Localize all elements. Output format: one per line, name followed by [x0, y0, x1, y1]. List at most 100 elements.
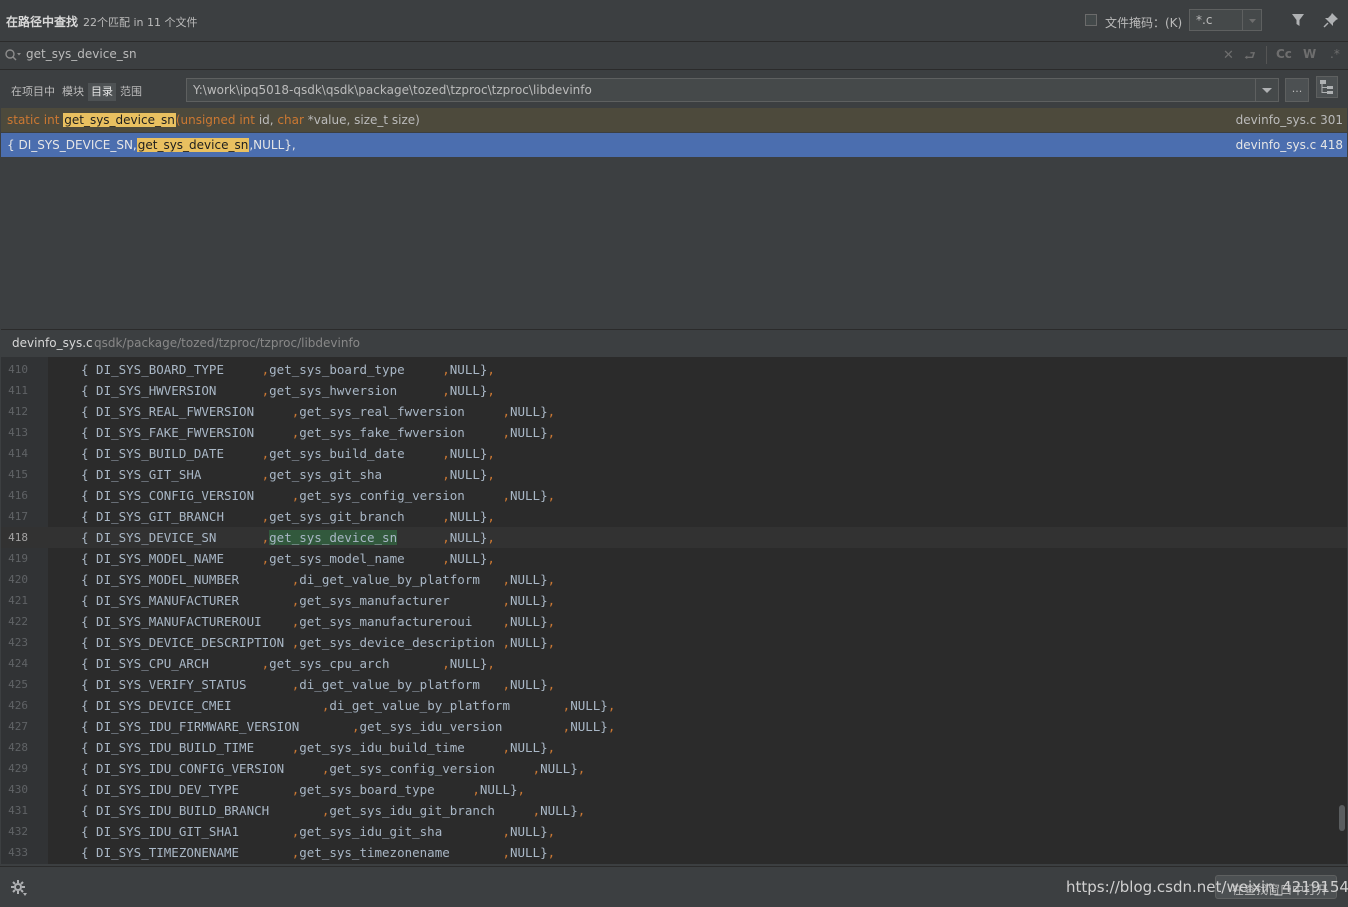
line-number: 429	[8, 762, 28, 775]
comma: ,	[502, 614, 510, 629]
line-number: 420	[8, 573, 28, 586]
code-null: NULL}	[449, 446, 488, 461]
line-number: 414	[8, 447, 28, 460]
preview-file-name: devinfo_sys.c	[12, 336, 93, 350]
line-number: 410	[8, 363, 28, 376]
code-line: 428{ DI_SYS_IDU_BUILD_TIME ,get_sys_idu_…	[1, 737, 1347, 758]
code-line: 414 { DI_SYS_BUILD_DATE , get_sys_build_da…	[1, 443, 1347, 464]
line-number: 421	[8, 594, 28, 607]
code-enum: { DI_SYS_IDU_BUILD_TIME	[81, 740, 292, 755]
tab-directory[interactable]: 目录	[88, 83, 116, 101]
words-toggle[interactable]: W	[1303, 47, 1316, 61]
pin-icon[interactable]	[1323, 12, 1339, 28]
code-enum: { DI_SYS_FAKE_FWVERSION	[81, 425, 292, 440]
code-line: 423{ DI_SYS_DEVICE_DESCRIPTION ,get_sys_…	[1, 632, 1347, 653]
code-text: { DI_SYS_FAKE_FWVERSION ,get_sys_fake_fw…	[81, 422, 555, 443]
scrollbar-thumb[interactable]	[1339, 805, 1345, 831]
line-number: 428	[8, 741, 28, 754]
line-number: 433	[8, 846, 28, 859]
code-text: { DI_SYS_CPU_ARCH ,get_sys_cpu_arch ,NUL…	[81, 653, 495, 674]
search-icon[interactable]	[4, 48, 21, 64]
comma: ,	[607, 698, 616, 713]
code-line: 417{ DI_SYS_GIT_BRANCH ,get_sys_git_bran…	[1, 506, 1347, 527]
match-highlight: get_sys_device_sn	[63, 113, 176, 127]
comma: ,	[487, 656, 495, 671]
comma: ,	[442, 656, 450, 671]
code-function: di_get_value_by_platform	[299, 677, 503, 692]
code-null: NULL}	[509, 488, 548, 503]
tab-module[interactable]: 模块	[59, 83, 87, 101]
browse-button[interactable]: ...	[1285, 78, 1309, 102]
file-mask-combo[interactable]: *.c	[1189, 9, 1262, 31]
code-null: NULL}	[570, 698, 608, 713]
line-number: 417	[8, 510, 28, 523]
code-function: get_sys_idu_git_sha	[299, 824, 503, 839]
code-enum: { DI_SYS_BUILD_DATE	[81, 446, 262, 461]
code-line: 412{ DI_SYS_REAL_FWVERSION ,get_sys_real…	[1, 401, 1347, 422]
code-text: { DI_SYS_DEVICE_DESCRIPTION ,get_sys_dev…	[81, 632, 555, 653]
result-row-selected[interactable]: { DI_SYS_DEVICE_SN,get_sys_device_sn,NUL…	[1, 133, 1347, 157]
comma: ,	[472, 782, 480, 797]
result-text-part: ,NULL},	[249, 138, 296, 152]
comma: ,	[487, 509, 495, 524]
code-spacing	[397, 530, 442, 545]
code-text: { DI_SYS_MANUFACTURER ,get_sys_manufactu…	[81, 590, 555, 611]
line-number: 431	[8, 804, 28, 817]
code-null: NULL}	[570, 719, 608, 734]
code-function: get_sys_model_name	[269, 551, 443, 566]
code-function: get_sys_build_date	[269, 446, 443, 461]
directory-tree-icon[interactable]	[1316, 76, 1338, 98]
gear-icon[interactable]	[10, 879, 28, 897]
code-enum: { DI_SYS_GIT_BRANCH	[81, 509, 262, 524]
result-row[interactable]: static int get_sys_device_sn(unsigned in…	[1, 108, 1347, 132]
result-text-part: { DI_SYS_DEVICE_SN,	[7, 138, 137, 152]
code-line: 433{ DI_SYS_TIMEZONENAME ,get_sys_timezo…	[1, 842, 1347, 863]
chevron-down-icon[interactable]	[1242, 10, 1262, 30]
line-number: 419	[8, 552, 28, 565]
code-line: 419{ DI_SYS_MODEL_NAME ,get_sys_model_na…	[1, 548, 1347, 569]
results-list: static int get_sys_device_sn(unsigned in…	[1, 108, 1347, 328]
tab-scope[interactable]: 范围	[117, 83, 145, 101]
comma: ,	[532, 803, 541, 818]
divider	[1266, 46, 1267, 64]
comma: ,	[547, 740, 556, 755]
result-text: static int get_sys_device_sn(unsigned in…	[7, 108, 420, 132]
comma: ,	[487, 446, 495, 461]
file-mask-checkbox[interactable]	[1085, 14, 1097, 26]
dialog-title: 在路径中查找	[6, 15, 79, 29]
new-line-icon[interactable]: ⮐	[1244, 47, 1256, 69]
keyword: (unsigned int	[175, 113, 259, 127]
code-text: { DI_SYS_CONFIG_VERSION ,get_sys_config_…	[81, 485, 555, 506]
comma: ,	[442, 467, 450, 482]
tab-in-project[interactable]: 在项目中	[8, 83, 58, 101]
comma: ,	[442, 551, 450, 566]
filter-icon[interactable]	[1290, 12, 1306, 28]
chevron-down-icon[interactable]	[1255, 79, 1278, 101]
comma: ,	[502, 425, 510, 440]
code-preview[interactable]: 410{ DI_SYS_BOARD_TYPE ,get_sys_board_ty…	[1, 357, 1347, 864]
clear-icon[interactable]: ✕	[1223, 48, 1234, 63]
code-null: NULL}	[509, 404, 548, 419]
directory-combo[interactable]: Y:\work\ipq5018-qsdk\qsdk\package\tozed\…	[186, 78, 1279, 102]
code-text: { DI_SYS_IDU_FIRMWARE_VERSION , get_sys_i…	[81, 716, 615, 737]
find-in-path-header: 在路径中查找 22个匹配 in 11 个文件 文件掩码：(K) *.c	[0, 0, 1348, 42]
comma: ,	[442, 383, 450, 398]
code-text: { DI_SYS_VERIFY_STATUS ,di_get_value_by_…	[81, 674, 555, 695]
code-enum: { DI_SYS_TIMEZONENAME	[81, 845, 292, 860]
code-enum: { DI_SYS_IDU_GIT_SHA1	[81, 824, 292, 839]
code-text: { DI_SYS_BUILD_DATE ,get_sys_build_date …	[81, 443, 495, 464]
code-null: NULL}	[540, 761, 578, 776]
search-input[interactable]: get_sys_device_sn	[26, 47, 137, 61]
match-case-toggle[interactable]: Cc	[1276, 47, 1292, 61]
comma: ,	[502, 593, 510, 608]
code-line: 432{ DI_SYS_IDU_GIT_SHA1 ,get_sys_idu_gi…	[1, 821, 1347, 842]
code-enum: { DI_SYS_BOARD_TYPE	[81, 362, 262, 377]
code-enum: { DI_SYS_MANUFACTURER	[81, 593, 292, 608]
regex-icon[interactable]: .*	[1330, 47, 1340, 61]
code-enum: { DI_SYS_DEVICE_SN	[81, 530, 262, 545]
bottom-bar: 在查找窗口中打开 https://blog.csdn.net/weixin_42…	[0, 866, 1348, 907]
code-enum: { DI_SYS_HWVERSION	[81, 383, 262, 398]
comma: ,	[547, 824, 556, 839]
code-enum: { DI_SYS_CPU_ARCH	[81, 656, 262, 671]
comma: ,	[442, 362, 450, 377]
